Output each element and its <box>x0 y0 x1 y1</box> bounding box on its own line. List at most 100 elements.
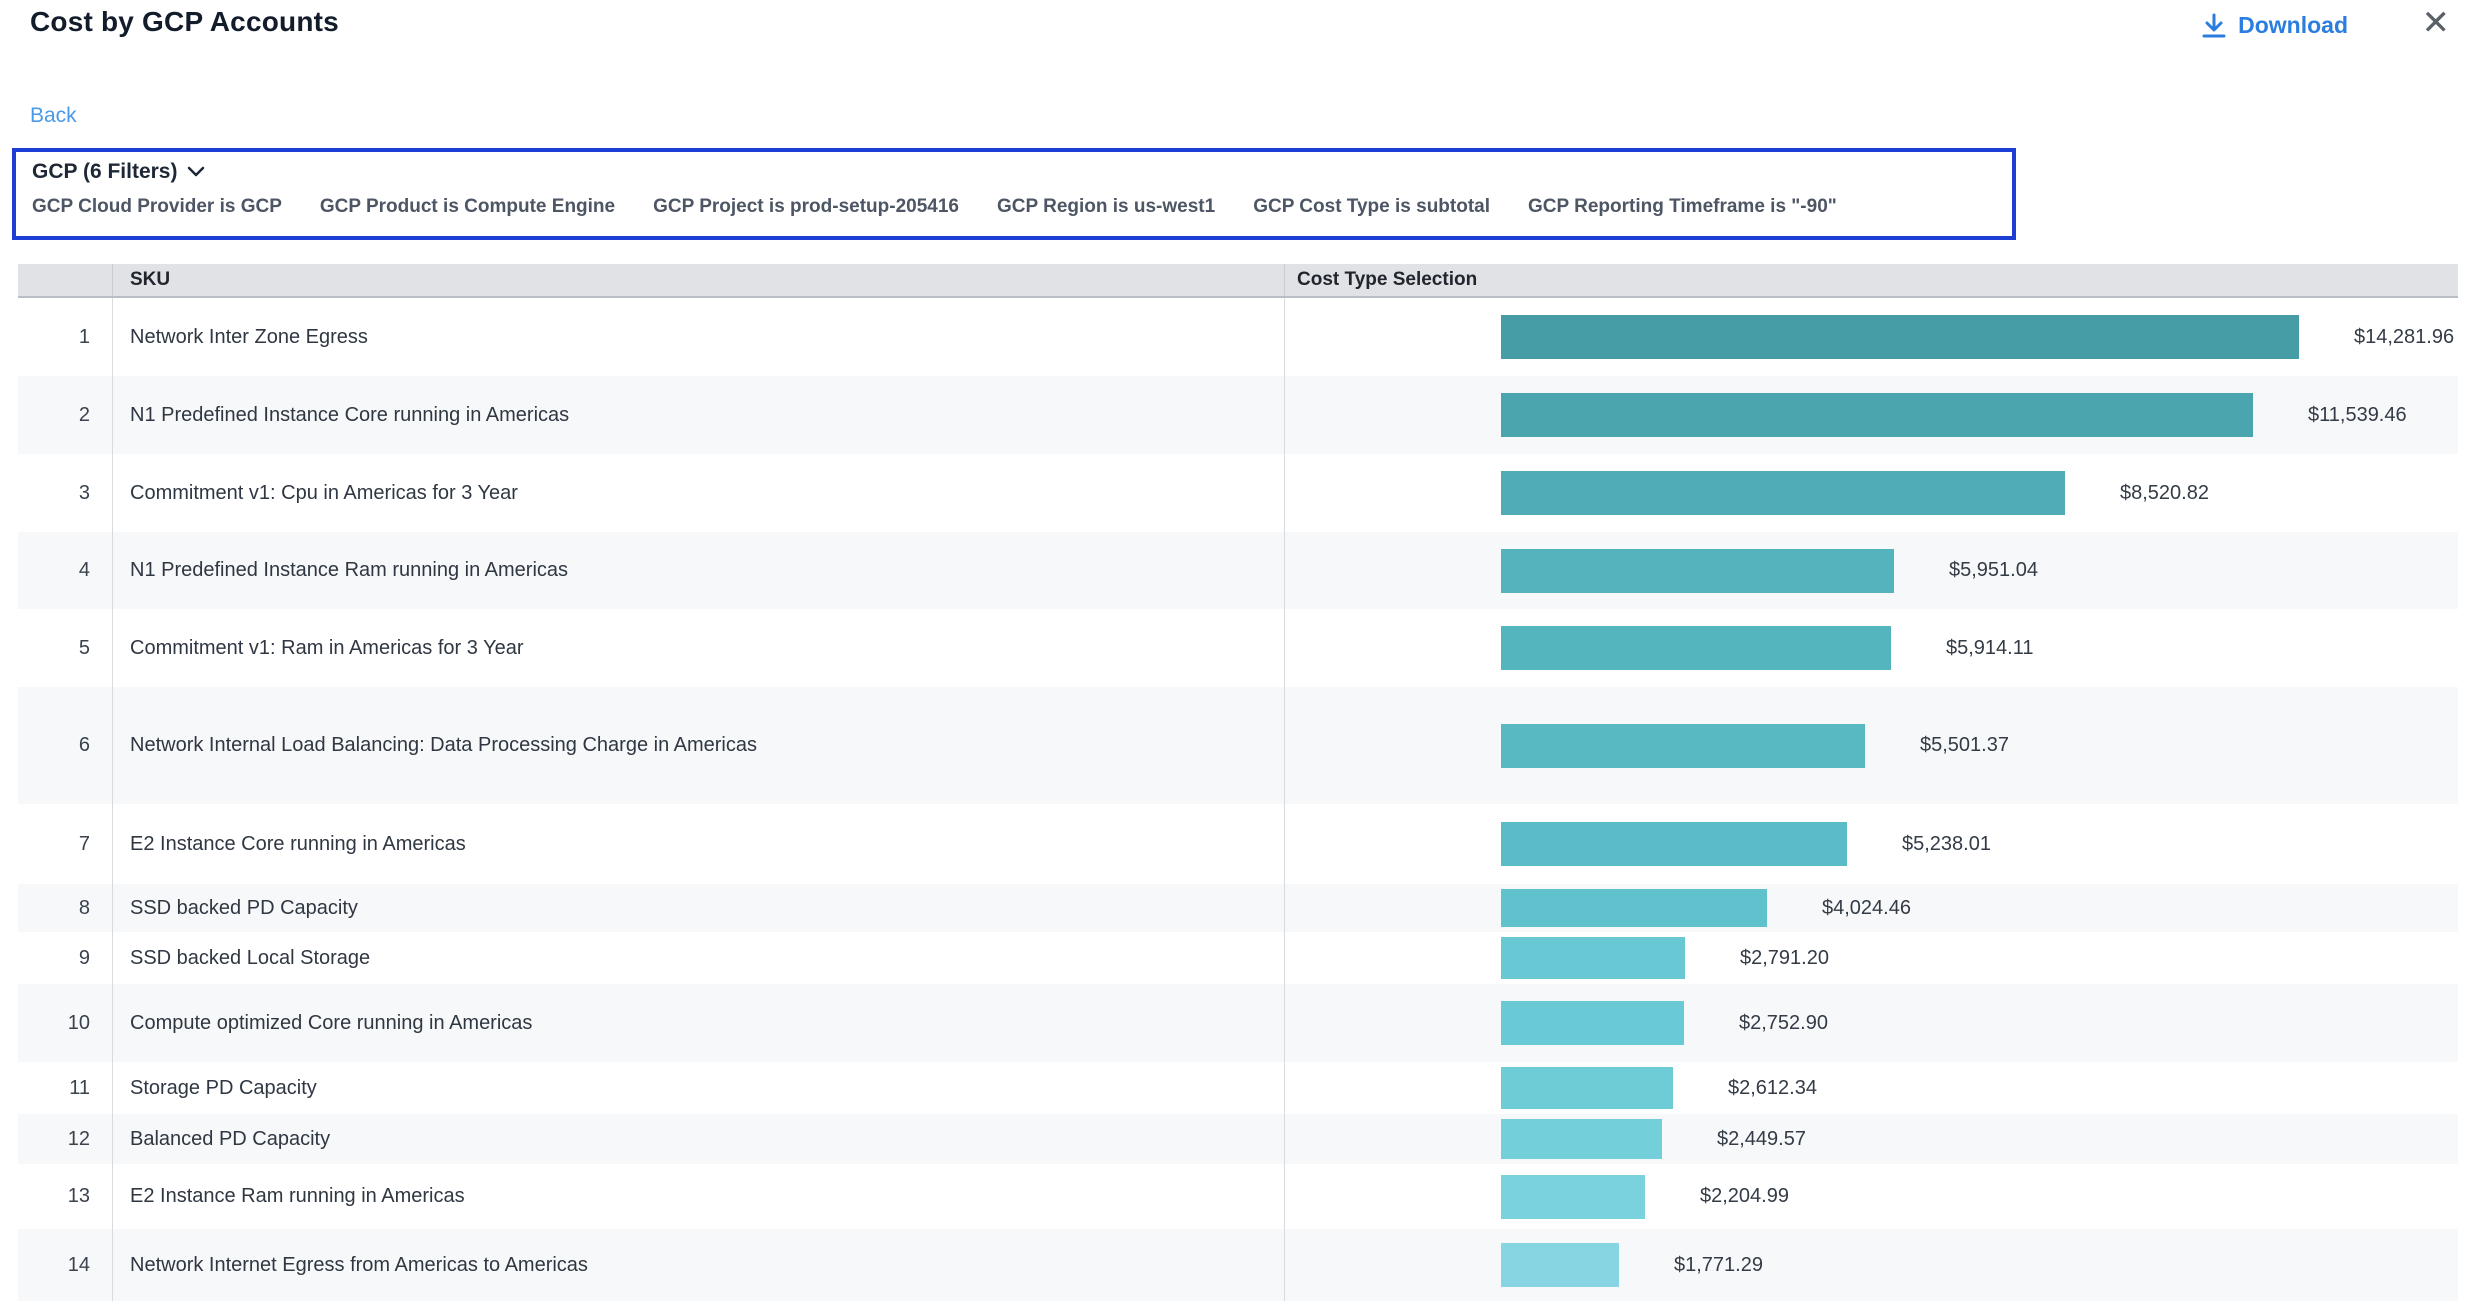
sku-label: Storage PD Capacity <box>113 1062 1285 1114</box>
table-row[interactable]: 3 Commitment v1: Cpu in Americas for 3 Y… <box>18 454 2458 532</box>
row-number: 14 <box>18 1229 113 1301</box>
cost-bar[interactable] <box>1501 937 1685 979</box>
cost-value-label: $4,024.46 <box>1822 897 1911 920</box>
cost-bar-cell: $2,612.34 <box>1285 1062 2458 1114</box>
filter-chip[interactable]: GCP Product is Compute Engine <box>320 196 615 218</box>
download-label: Download <box>2238 12 2348 39</box>
row-number: 11 <box>18 1062 113 1114</box>
cost-bar-cell: $1,771.29 <box>1285 1229 2458 1301</box>
row-number: 6 <box>18 687 113 804</box>
cost-value-label: $1,771.29 <box>1674 1254 1763 1277</box>
table-header-sku[interactable]: SKU <box>113 264 1285 296</box>
cost-value-label: $14,281.96 <box>2354 326 2454 349</box>
download-icon <box>2202 13 2226 39</box>
table-row[interactable]: 12 Balanced PD Capacity $2,449.57 <box>18 1114 2458 1164</box>
filter-chip[interactable]: GCP Project is prod-setup-205416 <box>653 196 959 218</box>
row-number: 12 <box>18 1114 113 1164</box>
filter-chip-list: GCP Cloud Provider is GCP GCP Product is … <box>32 196 1996 218</box>
filter-chip[interactable]: GCP Reporting Timeframe is "-90" <box>1528 196 1837 218</box>
row-number: 9 <box>18 932 113 984</box>
sku-label: Network Internal Load Balancing: Data Pr… <box>113 687 1285 804</box>
table-row[interactable]: 13 E2 Instance Ram running in Americas $… <box>18 1164 2458 1229</box>
cost-bar-cell: $5,914.11 <box>1285 609 2458 687</box>
cost-value-label: $5,914.11 <box>1946 637 2034 660</box>
cost-bar[interactable] <box>1501 1175 1645 1219</box>
cost-bar[interactable] <box>1501 393 2253 437</box>
page-title: Cost by GCP Accounts <box>30 6 339 38</box>
cost-bar-cell: $5,238.01 <box>1285 804 2458 884</box>
cost-value-label: $11,539.46 <box>2308 404 2407 427</box>
table-row[interactable]: 7 E2 Instance Core running in Americas $… <box>18 804 2458 884</box>
cost-bar[interactable] <box>1501 822 1847 866</box>
cost-value-label: $8,520.82 <box>2120 482 2209 505</box>
sku-label: Commitment v1: Ram in Americas for 3 Yea… <box>113 609 1285 687</box>
sku-label: Network Internet Egress from Americas to… <box>113 1229 1285 1301</box>
sku-label: E2 Instance Ram running in Americas <box>113 1164 1285 1229</box>
table-header-index <box>18 264 113 296</box>
table-row[interactable]: 4 N1 Predefined Instance Ram running in … <box>18 532 2458 609</box>
chevron-down-icon <box>187 160 205 184</box>
table-row[interactable]: 10 Compute optimized Core running in Ame… <box>18 984 2458 1062</box>
cost-value-label: $2,752.90 <box>1739 1012 1828 1035</box>
table-header-cost-type[interactable]: Cost Type Selection <box>1285 269 2458 291</box>
cost-bar-cell: $5,951.04 <box>1285 532 2458 609</box>
row-number: 2 <box>18 376 113 454</box>
cost-value-label: $5,501.37 <box>1920 734 2009 757</box>
cost-bar[interactable] <box>1501 889 1767 927</box>
download-button[interactable]: Download <box>2202 12 2348 39</box>
sku-label: SSD backed Local Storage <box>113 932 1285 984</box>
cost-value-label: $2,204.99 <box>1700 1185 1789 1208</box>
row-number: 13 <box>18 1164 113 1229</box>
cost-bar[interactable] <box>1501 315 2299 359</box>
cost-value-label: $2,449.57 <box>1717 1128 1806 1151</box>
sku-label: Compute optimized Core running in Americ… <box>113 984 1285 1062</box>
row-number: 7 <box>18 804 113 884</box>
sku-label: Commitment v1: Cpu in Americas for 3 Yea… <box>113 454 1285 532</box>
table-row[interactable]: 1 Network Inter Zone Egress $14,281.96 <box>18 298 2458 376</box>
cost-bar[interactable] <box>1501 1119 1662 1159</box>
cost-bar[interactable] <box>1501 1067 1673 1109</box>
row-number: 10 <box>18 984 113 1062</box>
back-link[interactable]: Back <box>30 104 77 128</box>
filter-chip[interactable]: GCP Cloud Provider is GCP <box>32 196 282 218</box>
table-row[interactable]: 5 Commitment v1: Ram in Americas for 3 Y… <box>18 609 2458 687</box>
filter-panel: GCP (6 Filters) GCP Cloud Provider is GC… <box>12 148 2016 240</box>
table-row[interactable]: 9 SSD backed Local Storage $2,791.20 <box>18 932 2458 984</box>
table-body: 1 Network Inter Zone Egress $14,281.96 2… <box>18 298 2458 1301</box>
cost-bar[interactable] <box>1501 626 1891 670</box>
filter-chip[interactable]: GCP Region is us-west1 <box>997 196 1215 218</box>
table-row[interactable]: 11 Storage PD Capacity $2,612.34 <box>18 1062 2458 1114</box>
cost-bar[interactable] <box>1501 1243 1619 1287</box>
close-icon[interactable]: ✕ <box>2422 6 2451 40</box>
sku-label: N1 Predefined Instance Core running in A… <box>113 376 1285 454</box>
sku-label: SSD backed PD Capacity <box>113 884 1285 932</box>
cost-table: SKU Cost Type Selection 1 Network Inter … <box>18 264 2458 1301</box>
table-row[interactable]: 8 SSD backed PD Capacity $4,024.46 <box>18 884 2458 932</box>
filter-chip[interactable]: GCP Cost Type is subtotal <box>1253 196 1490 218</box>
filter-summary-dropdown[interactable]: GCP (6 Filters) <box>32 160 1996 184</box>
filter-summary-label: GCP (6 Filters) <box>32 160 177 184</box>
row-number: 4 <box>18 532 113 609</box>
cost-bar-cell: $11,539.46 <box>1285 376 2458 454</box>
cost-bar[interactable] <box>1501 471 2065 515</box>
cost-bar[interactable] <box>1501 549 1894 593</box>
cost-bar-cell: $4,024.46 <box>1285 884 2458 932</box>
cost-bar-cell: $5,501.37 <box>1285 687 2458 804</box>
sku-label: N1 Predefined Instance Ram running in Am… <box>113 532 1285 609</box>
table-row[interactable]: 6 Network Internal Load Balancing: Data … <box>18 687 2458 804</box>
cost-bar-cell: $2,791.20 <box>1285 932 2458 984</box>
table-row[interactable]: 2 N1 Predefined Instance Core running in… <box>18 376 2458 454</box>
sku-label: Balanced PD Capacity <box>113 1114 1285 1164</box>
sku-label: E2 Instance Core running in Americas <box>113 804 1285 884</box>
cost-bar-cell: $2,204.99 <box>1285 1164 2458 1229</box>
row-number: 3 <box>18 454 113 532</box>
cost-bar[interactable] <box>1501 724 1865 768</box>
cost-bar-cell: $2,752.90 <box>1285 984 2458 1062</box>
cost-value-label: $2,791.20 <box>1740 947 1829 970</box>
cost-value-label: $5,951.04 <box>1949 559 2038 582</box>
table-row[interactable]: 14 Network Internet Egress from Americas… <box>18 1229 2458 1301</box>
cost-bar-cell: $14,281.96 <box>1285 298 2458 376</box>
row-number: 1 <box>18 298 113 376</box>
cost-bar[interactable] <box>1501 1001 1684 1045</box>
cost-bar-cell: $8,520.82 <box>1285 454 2458 532</box>
